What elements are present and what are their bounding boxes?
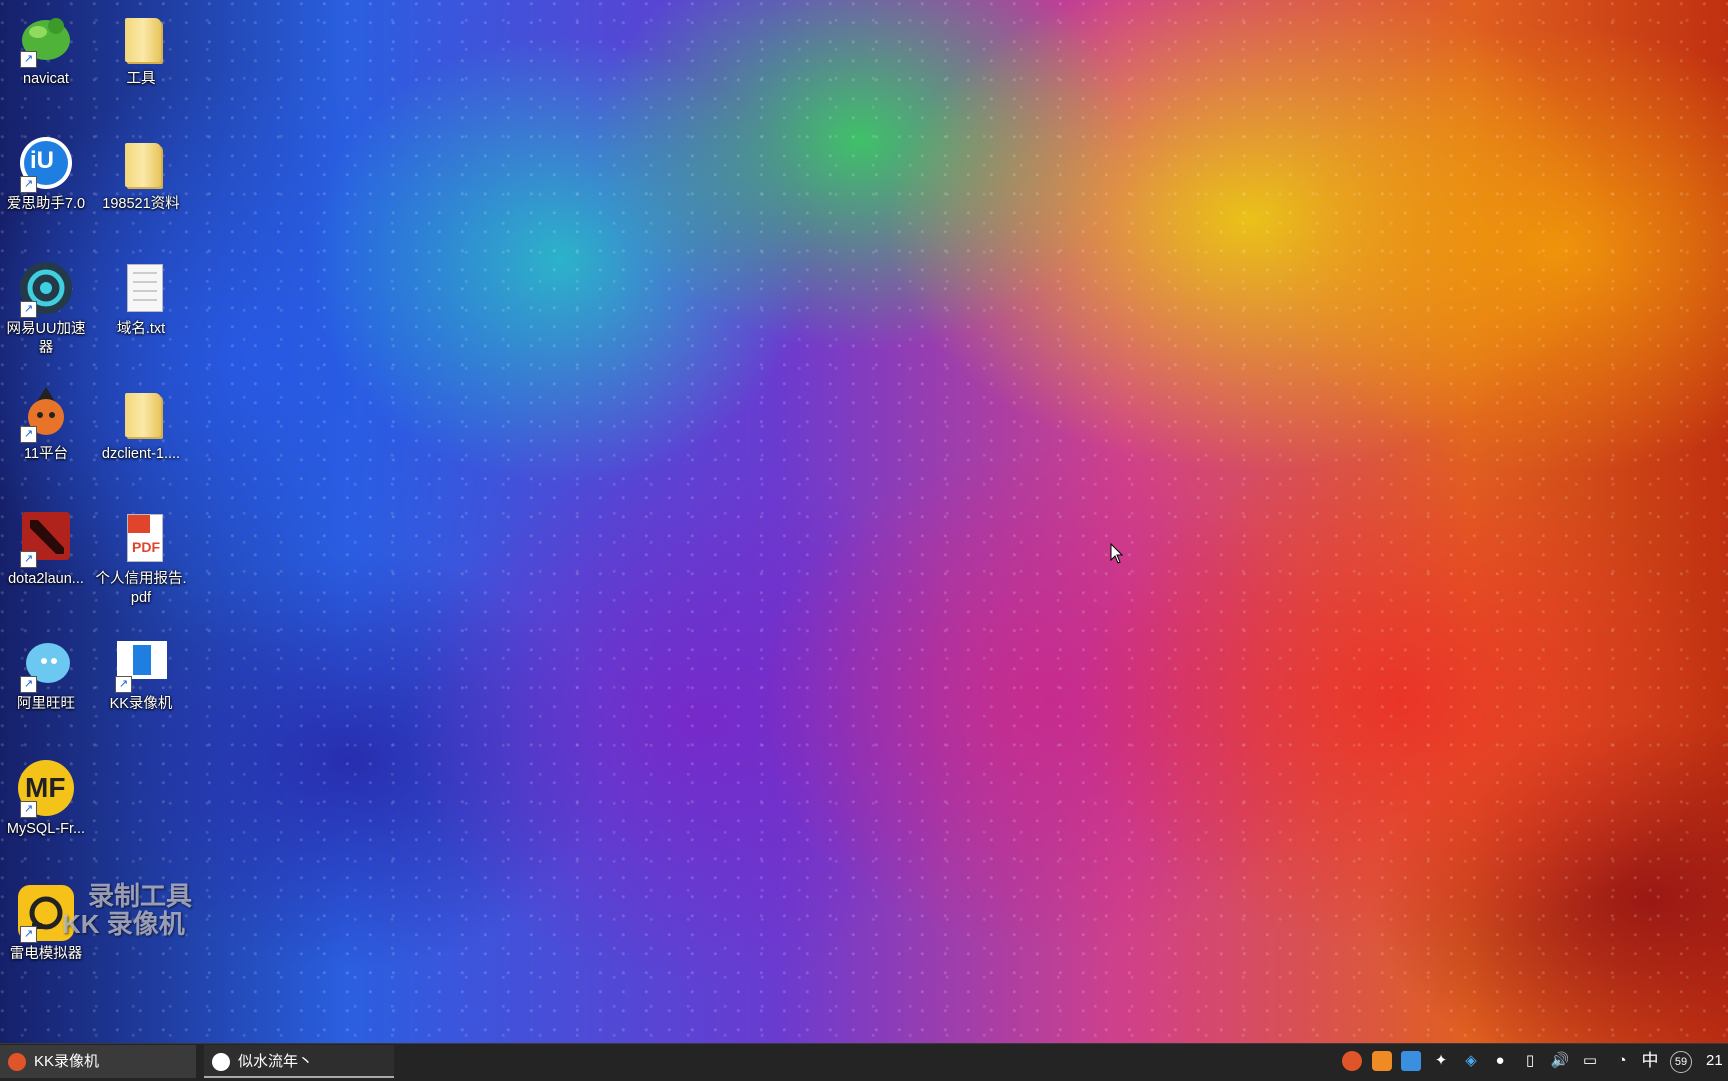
icon-label: 爱思助手7.0 — [6, 196, 86, 212]
kk-tray-icon[interactable] — [1342, 1051, 1362, 1071]
desktop-icon-uu[interactable]: ↗ 网易UU加速器 — [0, 258, 92, 358]
folder-icon — [111, 8, 171, 68]
desktop-icon-mysql-front[interactable]: MF ↗ MySQL-Fr... — [0, 758, 92, 839]
aliwangwang-icon: ↗ — [16, 633, 76, 693]
watermark-line2: KK 录像机 — [62, 909, 185, 939]
shield-icon[interactable]: ◈ — [1461, 1051, 1481, 1071]
icon-label: 个人信用报告.pdf — [95, 571, 187, 606]
recording-watermark: 录制工具 KK 录像机 — [62, 882, 192, 938]
pdf-badge-text: PDF — [132, 539, 160, 555]
notification-badge[interactable]: 59 — [1670, 1051, 1692, 1073]
mysql-front-icon: MF ↗ — [16, 758, 76, 818]
desktop-icon-domain-txt[interactable]: 域名.txt — [95, 258, 187, 339]
icon-label: 阿里旺旺 — [17, 696, 75, 712]
11-platform-icon: ↗ — [16, 383, 76, 443]
usb-device-icon[interactable]: ▯ — [1520, 1051, 1540, 1071]
icon-label: 11平台 — [23, 446, 69, 462]
battery-icon[interactable]: ▭ — [1580, 1051, 1600, 1071]
icon-label: dota2laun... — [8, 571, 84, 587]
desktop-icon-11-platform[interactable]: ↗ 11平台 — [0, 383, 92, 464]
volume-icon[interactable]: 🔊 — [1550, 1051, 1570, 1071]
icon-label: 网易UU加速器 — [6, 321, 86, 356]
input-method-indicator[interactable]: 中 — [1640, 1051, 1660, 1071]
icon-label: KK录像机 — [109, 696, 173, 712]
icon-label: dzclient-1.... — [101, 446, 181, 462]
desktop-icon-tools-folder[interactable]: 工具 — [95, 8, 187, 89]
icon-label: 域名.txt — [116, 321, 166, 337]
dota2-icon: ↗ — [16, 508, 76, 568]
watermark-line1: 录制工具 — [88, 881, 193, 911]
wifi-icon[interactable]: ◔ — [1612, 1051, 1632, 1071]
desktop-icon-kk-recorder[interactable]: ↗ KK录像机 — [95, 633, 187, 714]
uu-accelerator-icon: ↗ — [16, 258, 76, 318]
kk-recorder-icon: ↗ — [111, 633, 171, 693]
icon-label: MySQL-Fr... — [6, 821, 86, 837]
icon-label: 工具 — [126, 71, 156, 87]
taskbar-button-kk-recorder[interactable]: KK录像机 — [0, 1045, 196, 1078]
icon-label: 198521资料 — [102, 196, 180, 212]
taskbar-button-qq[interactable]: 似水流年丶 — [204, 1045, 394, 1078]
navicat-icon: ↗ — [16, 8, 76, 68]
desktop-icon-dzclient[interactable]: dzclient-1.... — [95, 383, 187, 464]
taskbar-clock[interactable]: 21 — [1706, 1052, 1723, 1069]
task-label: 似水流年丶 — [238, 1053, 314, 1070]
desktop-icon-credit-report-pdf[interactable]: PDF 个人信用报告.pdf — [95, 508, 187, 608]
kk-recorder-icon — [8, 1053, 26, 1071]
desktop-icon-aisi[interactable]: iU ↗ 爱思助手7.0 — [0, 133, 92, 214]
task-label: KK录像机 — [34, 1053, 100, 1070]
desktop-icon-dota2[interactable]: ↗ dota2laun... — [0, 508, 92, 589]
desktop-icon-navicat[interactable]: ↗ navicat — [0, 8, 92, 89]
icon-label: navicat — [23, 71, 69, 87]
folder-icon — [111, 383, 171, 443]
game-tray-icon[interactable]: ✦ — [1431, 1051, 1451, 1071]
aisi-icon: iU ↗ — [16, 133, 76, 193]
app-tray-icon[interactable] — [1372, 1051, 1392, 1071]
desktop-icon-aliwangwang[interactable]: ↗ 阿里旺旺 — [0, 633, 92, 714]
pdf-icon: PDF — [111, 508, 171, 568]
folder-icon — [111, 133, 171, 193]
network-app-tray-icon[interactable] — [1401, 1051, 1421, 1071]
mysql-badge-text: MF — [25, 772, 66, 803]
qq-icon — [212, 1053, 230, 1071]
mouse-cursor-icon — [1110, 543, 1124, 564]
text-file-icon — [111, 258, 171, 318]
icon-label: 雷电模拟器 — [9, 946, 83, 962]
aisi-badge-text: iU — [30, 147, 54, 174]
desktop-icon-198521-folder[interactable]: 198521资料 — [95, 133, 187, 214]
wallpaper-speckle — [0, 0, 1728, 1043]
qq-tray-icon[interactable]: ● — [1490, 1051, 1510, 1071]
